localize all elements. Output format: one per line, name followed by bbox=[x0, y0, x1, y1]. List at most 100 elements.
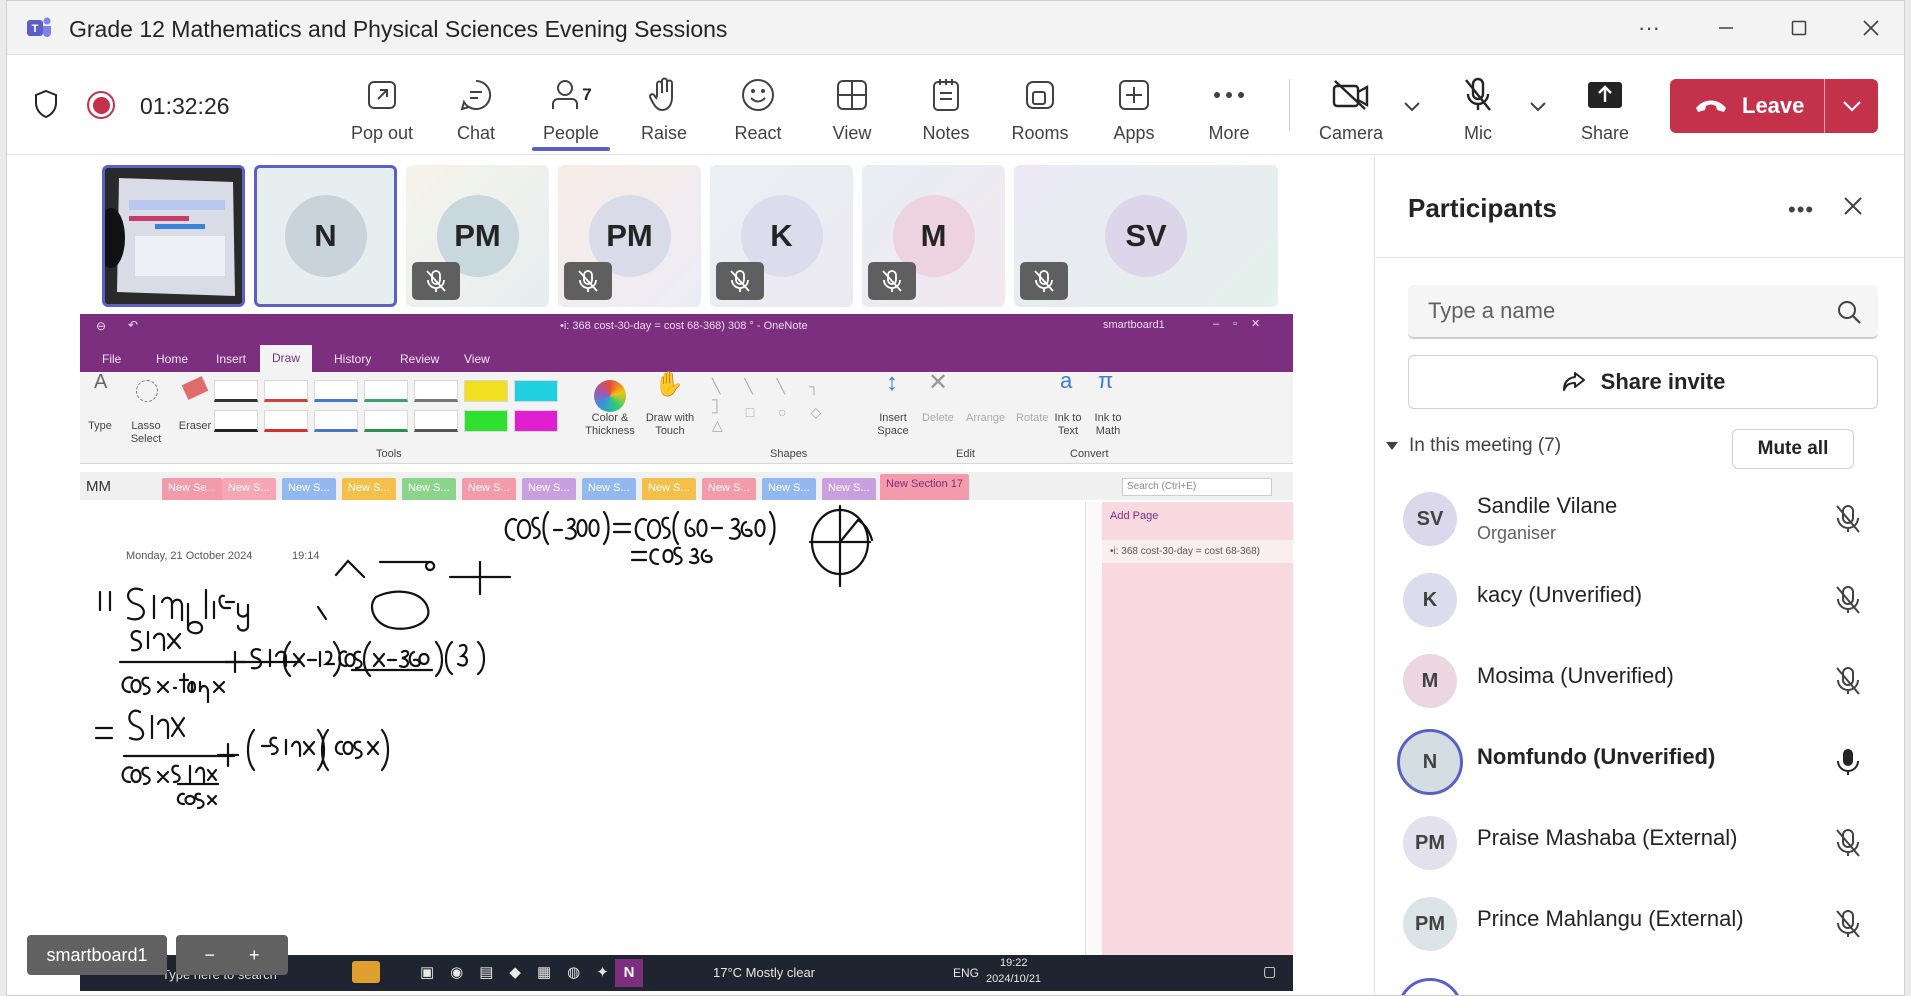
participant-tile[interactable]: K bbox=[710, 165, 853, 307]
section-tab: New S... bbox=[522, 478, 576, 500]
participant-name: Mosima (Unverified) bbox=[1477, 663, 1674, 688]
share-button[interactable]: Share bbox=[1559, 73, 1651, 144]
notes-icon bbox=[933, 79, 959, 111]
minimize-button[interactable] bbox=[1704, 9, 1748, 47]
mute-all-button[interactable]: Mute all bbox=[1732, 429, 1854, 469]
participant-row[interactable] bbox=[1397, 973, 1883, 995]
more-button[interactable]: More bbox=[1183, 73, 1275, 144]
panel-divider bbox=[1375, 257, 1904, 258]
apps-label: Apps bbox=[1113, 123, 1155, 143]
zoom-out-icon[interactable]: − bbox=[204, 945, 215, 966]
zoom-in-icon[interactable]: + bbox=[249, 945, 260, 966]
mic-options-chevron-icon[interactable] bbox=[1529, 101, 1547, 113]
pop-out-icon bbox=[368, 81, 396, 109]
participant-tile[interactable]: N bbox=[254, 165, 397, 307]
chat-button[interactable]: Chat bbox=[430, 73, 522, 144]
muted-mic-icon[interactable] bbox=[1835, 828, 1861, 858]
type-tool: Type bbox=[88, 420, 112, 432]
people-label: People bbox=[542, 123, 600, 143]
self-video-tile[interactable] bbox=[102, 165, 245, 307]
search-placeholder: Type a name bbox=[1428, 298, 1556, 323]
muted-mic-icon[interactable] bbox=[1835, 504, 1861, 534]
page-list-item: •i: 368 cost-30-day = cost 68-368) bbox=[1102, 540, 1293, 563]
participant-row[interactable]: SV Sandile Vilane Organiser bbox=[1403, 487, 1883, 553]
muted-mic-icon[interactable] bbox=[1835, 585, 1861, 615]
muted-mic-icon[interactable] bbox=[1835, 666, 1861, 696]
muted-mic-icon[interactable] bbox=[1835, 909, 1861, 939]
pop-out-button[interactable]: Pop out bbox=[336, 73, 428, 144]
meeting-timer: 01:32:26 bbox=[140, 93, 230, 119]
participants-panel: Participants ••• Type a name Share invit… bbox=[1374, 157, 1904, 995]
participant-role: Organiser bbox=[1477, 523, 1557, 543]
handwritten-ink bbox=[94, 504, 874, 810]
rotate-button: Rotate bbox=[1016, 412, 1049, 424]
pen-swatch bbox=[464, 410, 508, 432]
pen-swatch bbox=[514, 410, 558, 432]
muted-mic-icon bbox=[716, 262, 764, 300]
share-invite-button[interactable]: Share invite bbox=[1408, 355, 1878, 409]
people-button[interactable]: 7 People bbox=[525, 73, 617, 144]
participant-row[interactable]: PM Praise Mashaba (External) bbox=[1403, 811, 1883, 877]
participant-tile[interactable]: M bbox=[862, 165, 1005, 307]
camera-options-chevron-icon[interactable] bbox=[1403, 101, 1421, 113]
apps-button[interactable]: Apps bbox=[1088, 73, 1180, 144]
tab-home: Home bbox=[156, 352, 189, 366]
raise-label: Raise bbox=[640, 123, 688, 143]
leave-button[interactable]: Leave bbox=[1670, 79, 1878, 133]
leave-options-chevron-icon[interactable] bbox=[1825, 100, 1878, 112]
participant-tile[interactable]: SV bbox=[1014, 165, 1278, 307]
rooms-button[interactable]: Rooms bbox=[994, 73, 1086, 144]
lasso-tool: Lasso Select bbox=[130, 420, 162, 445]
panel-title: Participants bbox=[1408, 193, 1557, 223]
participant-name: Sandile Vilane bbox=[1477, 493, 1618, 518]
meeting-controls: 01:32:26 Pop out Chat 7 People Raise Rea… bbox=[7, 55, 1904, 155]
maximize-button[interactable] bbox=[1777, 9, 1821, 47]
chat-label: Chat bbox=[456, 123, 496, 143]
muted-mic-icon bbox=[564, 262, 612, 300]
participant-row[interactable]: M Mosima (Unverified) bbox=[1403, 649, 1883, 715]
pen-swatch bbox=[514, 380, 558, 402]
avatar: N bbox=[284, 195, 367, 277]
raise-hand-button[interactable]: Raise bbox=[618, 73, 710, 144]
svg-text:T: T bbox=[32, 23, 39, 35]
teams-logo-icon: T bbox=[27, 17, 51, 37]
recording-icon bbox=[87, 91, 115, 119]
section-tab: New S... bbox=[582, 478, 636, 500]
camera-button[interactable]: Camera bbox=[1305, 73, 1397, 144]
onenote-account: smartboard1 bbox=[1103, 319, 1165, 331]
notebook-page: Monday, 21 October 2024 19:14 bbox=[80, 502, 1102, 991]
view-button[interactable]: View bbox=[806, 73, 898, 144]
tools-group-label: Tools bbox=[376, 448, 402, 460]
react-button[interactable]: React bbox=[712, 73, 804, 144]
touch-hand-icon: ✋ bbox=[654, 371, 684, 398]
avatar: PM bbox=[1403, 897, 1457, 951]
presenter-name-tag: smartboard1 bbox=[27, 935, 167, 975]
participant-row-speaking[interactable]: N Nomfundo (Unverified) bbox=[1397, 729, 1883, 796]
participant-row[interactable]: K kacy (Unverified) bbox=[1403, 568, 1883, 634]
taskbar-weather: 17°C Mostly clear bbox=[713, 965, 816, 980]
taskbar-language: ENG bbox=[953, 966, 980, 980]
toolbar-divider bbox=[1289, 79, 1290, 131]
in-meeting-section-header[interactable]: In this meeting (7) bbox=[1385, 435, 1561, 457]
shield-icon[interactable] bbox=[33, 89, 59, 119]
rooms-icon bbox=[1026, 81, 1054, 109]
participant-row[interactable]: PM Prince Mahlangu (External) bbox=[1403, 892, 1883, 958]
notes-button[interactable]: Notes bbox=[900, 73, 992, 144]
view-label: View bbox=[832, 123, 872, 143]
close-button[interactable] bbox=[1849, 9, 1893, 47]
participant-search-input[interactable]: Type a name bbox=[1408, 285, 1878, 339]
tab-review: Review bbox=[400, 352, 440, 366]
mic-icon[interactable] bbox=[1835, 747, 1861, 777]
mic-button[interactable]: Mic bbox=[1432, 73, 1524, 144]
participant-tile[interactable]: PM bbox=[558, 165, 701, 307]
panel-close-icon[interactable] bbox=[1842, 195, 1864, 217]
zoom-controls[interactable]: − + bbox=[176, 935, 288, 975]
people-count-badge: 7 bbox=[582, 85, 592, 104]
participant-tile[interactable]: PM bbox=[406, 165, 549, 307]
section-tab: New S... bbox=[762, 478, 816, 500]
section-tab: New S... bbox=[642, 478, 696, 500]
panel-more-icon[interactable]: ••• bbox=[1788, 197, 1814, 223]
section-tab: New S... bbox=[222, 478, 276, 500]
tab-view: View bbox=[464, 352, 490, 366]
more-options-icon[interactable]: ··· bbox=[1627, 9, 1671, 47]
